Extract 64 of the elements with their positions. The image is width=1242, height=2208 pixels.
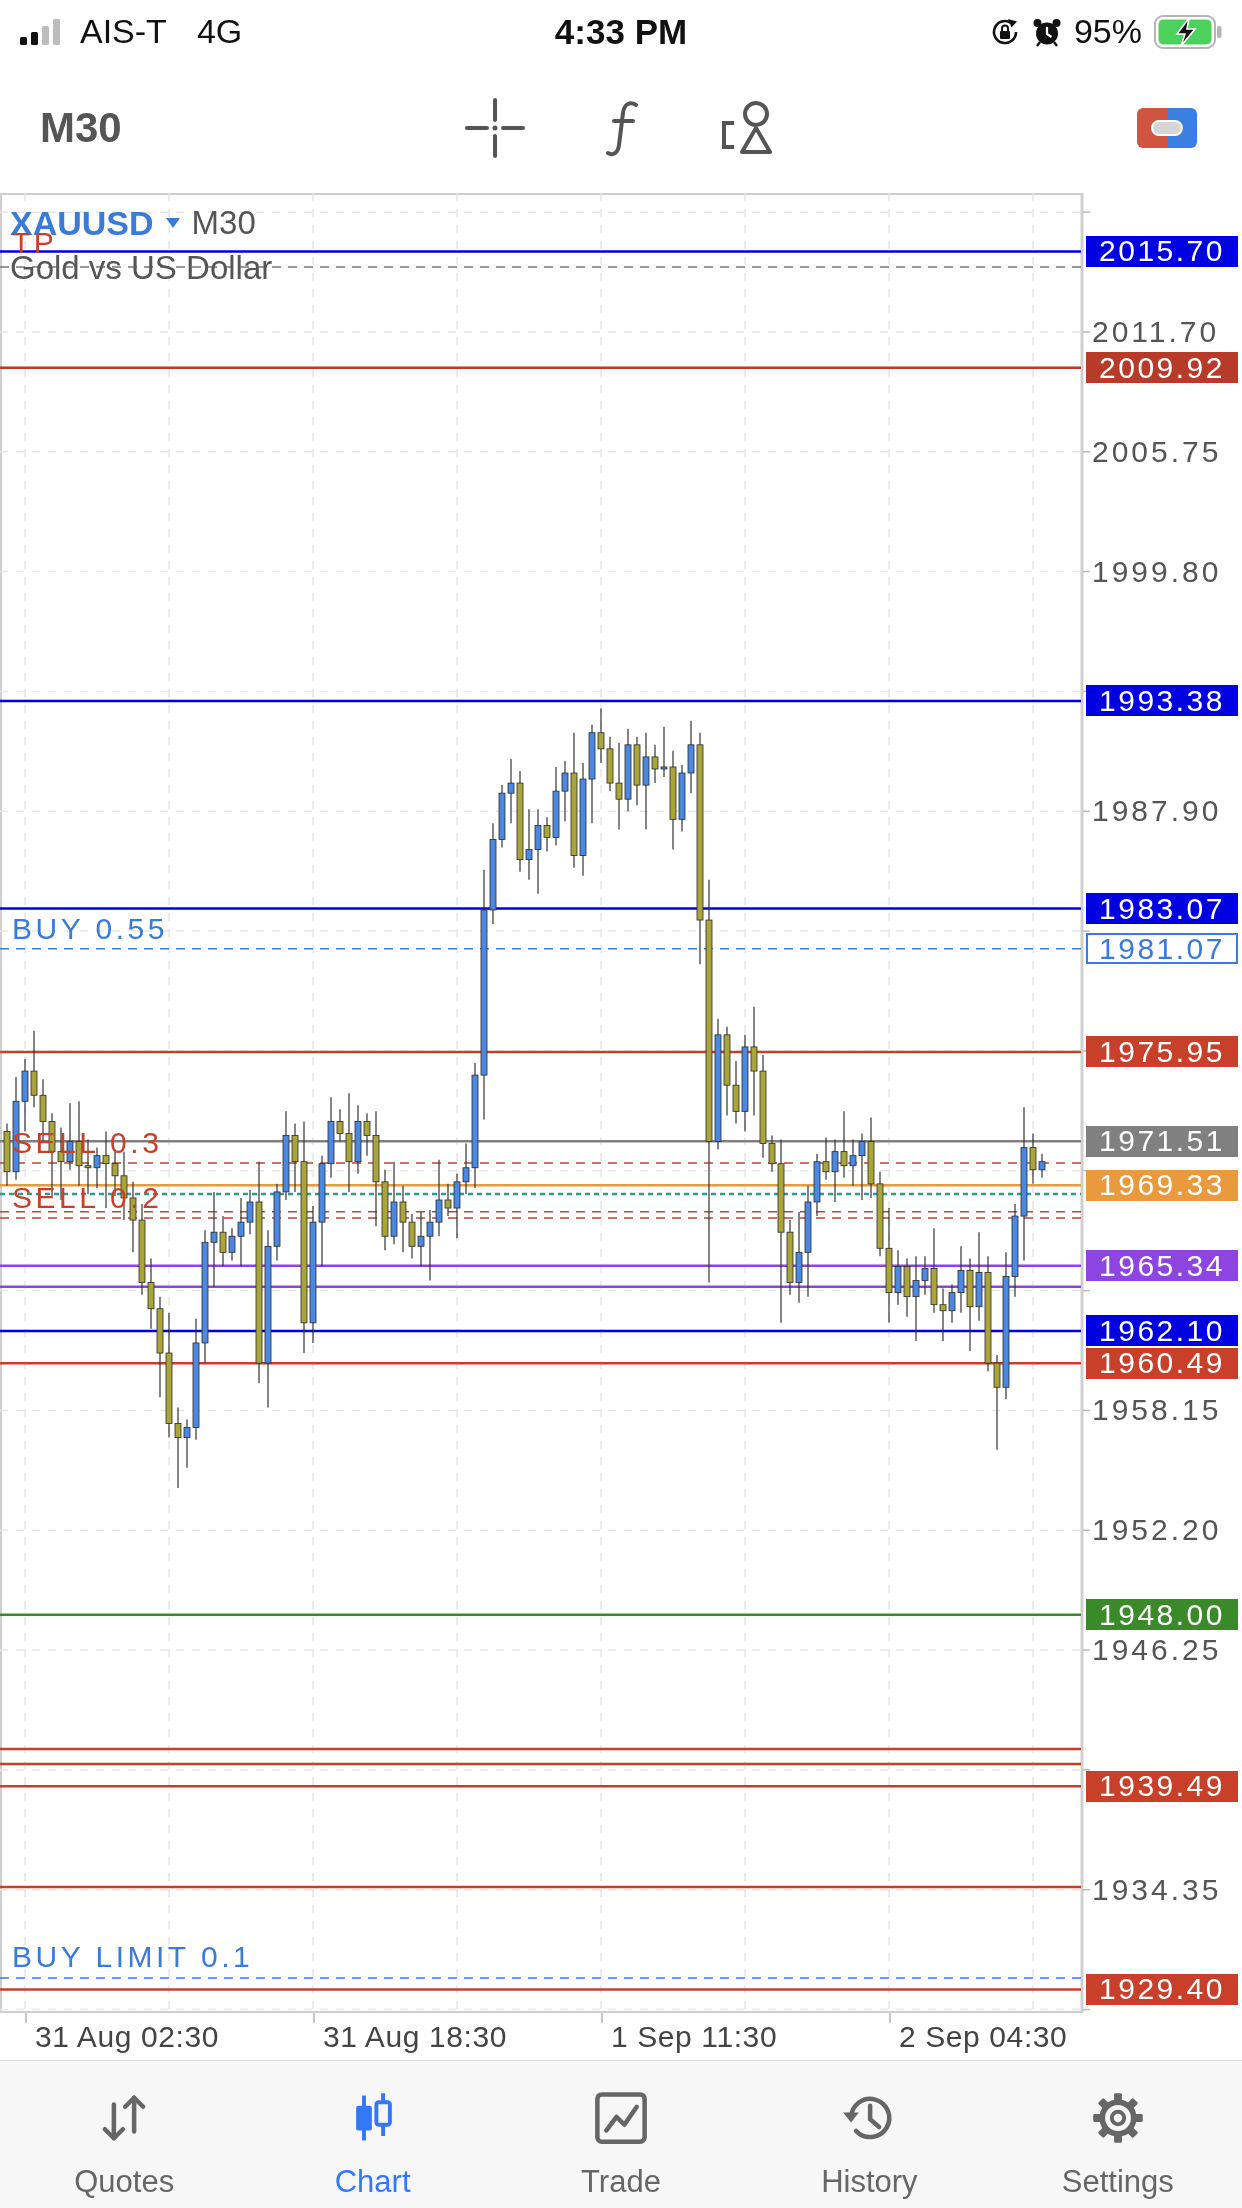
price-tag: 1975.95 bbox=[1086, 1036, 1238, 1068]
order-label: BUY 0.55 bbox=[12, 914, 168, 943]
falling-candle bbox=[3, 1122, 11, 1187]
script-f-icon[interactable] bbox=[604, 99, 639, 157]
chart-timeframe: M30 bbox=[191, 205, 256, 241]
rising-candle bbox=[660, 726, 668, 778]
falling-candle bbox=[444, 1183, 452, 1217]
price-axis-label: 2005.75 bbox=[1092, 435, 1222, 468]
caret-icon bbox=[165, 218, 180, 228]
price-tag: 1983.07 bbox=[1086, 893, 1238, 925]
carrier-name: AIS-T bbox=[80, 12, 167, 51]
nav-tab[interactable]: Quotes bbox=[0, 2061, 249, 2208]
nav-tab[interactable]: Chart bbox=[248, 2061, 497, 2208]
rising-candle bbox=[93, 1147, 101, 1189]
price-tag: 1929.40 bbox=[1086, 1973, 1238, 2005]
time-axis-label: 31 Aug 02:30 bbox=[35, 2019, 220, 2055]
falling-candle bbox=[822, 1136, 830, 1181]
settings-icon bbox=[1090, 2091, 1145, 2145]
price-tag: 1939.49 bbox=[1086, 1770, 1238, 1802]
price-tag: 2015.70 bbox=[1086, 235, 1238, 267]
falling-candle bbox=[840, 1110, 848, 1179]
battery-percent: 95% bbox=[1073, 12, 1142, 51]
falling-candle bbox=[543, 816, 551, 853]
nav-tab[interactable]: Trade bbox=[496, 2061, 746, 2208]
rising-candle bbox=[831, 1138, 839, 1203]
price-tag: 1960.49 bbox=[1086, 1347, 1238, 1379]
price-tag: 1969.33 bbox=[1086, 1169, 1238, 1201]
price-axis-label: 1958.15 bbox=[1092, 1394, 1222, 1427]
price-axis-label: 1987.90 bbox=[1092, 795, 1222, 828]
falling-candle bbox=[633, 736, 641, 806]
pill-toggle-icon[interactable] bbox=[1137, 108, 1197, 148]
clock-time: 4:33 PM bbox=[554, 11, 688, 52]
rising-candle bbox=[894, 1249, 902, 1306]
nav-tab[interactable]: Settings bbox=[993, 2061, 1242, 2208]
line-chart-icon bbox=[594, 2091, 648, 2145]
price-axis-label: 1999.80 bbox=[1092, 555, 1222, 588]
nav-tab[interactable]: History bbox=[745, 2061, 994, 2208]
signal-icon bbox=[20, 18, 62, 45]
price-tag: 2009.92 bbox=[1086, 352, 1238, 384]
battery-icon bbox=[1154, 14, 1222, 49]
falling-candle bbox=[903, 1257, 911, 1318]
price-tag: 1965.34 bbox=[1086, 1250, 1238, 1282]
time-axis-label: 2 Sep 04:30 bbox=[899, 2019, 1068, 2055]
time-axis-label: 31 Aug 18:30 bbox=[323, 2019, 508, 2055]
price-tag: 1993.38 bbox=[1086, 685, 1238, 717]
time-axis-label: 1 Sep 11:30 bbox=[611, 2019, 778, 2055]
price-tag: 1981.07 bbox=[1086, 933, 1238, 965]
price-tag: 1948.00 bbox=[1086, 1599, 1238, 1631]
alarm-clock-icon bbox=[1031, 16, 1062, 47]
price-axis-label: 2011.70 bbox=[1092, 315, 1220, 348]
falling-candle bbox=[651, 744, 659, 784]
price-tag: 1971.51 bbox=[1086, 1125, 1238, 1157]
crosshair-icon[interactable] bbox=[464, 98, 525, 158]
price-tag: 1962.10 bbox=[1086, 1315, 1238, 1347]
rising-candle bbox=[1038, 1153, 1046, 1179]
rising-candle bbox=[354, 1104, 362, 1175]
order-label: BUY LIMIT 0.1 bbox=[12, 1942, 254, 1971]
timeframe-button[interactable]: M30 bbox=[40, 104, 122, 152]
falling-candle bbox=[1029, 1132, 1037, 1185]
falling-candle bbox=[219, 1215, 227, 1268]
price-axis-label: 1934.35 bbox=[1092, 1873, 1222, 1906]
price-axis-label: 1946.25 bbox=[1092, 1634, 1222, 1667]
price-axis-label: 1952.20 bbox=[1092, 1514, 1222, 1547]
network-type: 4G bbox=[196, 12, 243, 51]
